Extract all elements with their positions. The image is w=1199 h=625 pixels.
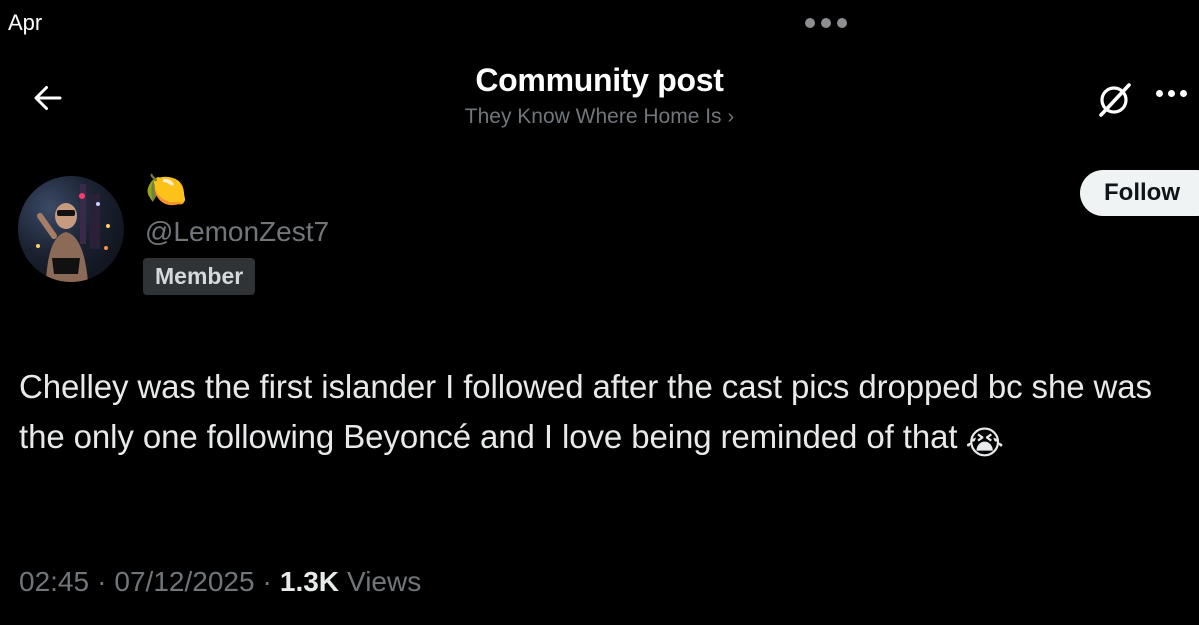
meta-separator: · [97,566,107,597]
multitasking-dots-icon[interactable] [805,18,847,28]
post-date[interactable]: 07/12/2025 [114,566,254,598]
meta-separator: · [262,566,272,597]
grok-button[interactable] [1092,76,1138,122]
avatar[interactable] [18,176,124,282]
display-name[interactable]: 🍋 [145,170,187,210]
community-link[interactable]: They Know Where Home Is › [465,105,734,129]
views-label[interactable]: Views [347,566,421,598]
post-body: Chelley was the first islander I followe… [19,362,1189,468]
header: Community post They Know Where Home Is › [0,62,1199,129]
page-title: Community post [475,62,724,98]
community-name: They Know Where Home Is [464,105,722,128]
grok-icon [1099,83,1131,117]
member-badge: Member [143,258,256,295]
more-options-button[interactable] [1156,90,1187,97]
status-time: Apr [8,10,43,35]
user-handle[interactable]: @LemonZest7 [145,216,329,248]
views-count[interactable]: 1.3K [280,566,339,598]
post-time[interactable]: 02:45 [19,566,89,598]
loudly-crying-emoji: 😭 [965,424,1004,461]
follow-button[interactable]: Follow [1080,170,1199,216]
post-detail-screen: Apr Community post They Know Where Home … [0,0,1199,625]
more-horizontal-icon [1156,90,1163,97]
chevron-right-icon: › [727,105,735,128]
post-meta: 02:45 · 07/12/2025 · 1.3K Views [19,566,421,598]
